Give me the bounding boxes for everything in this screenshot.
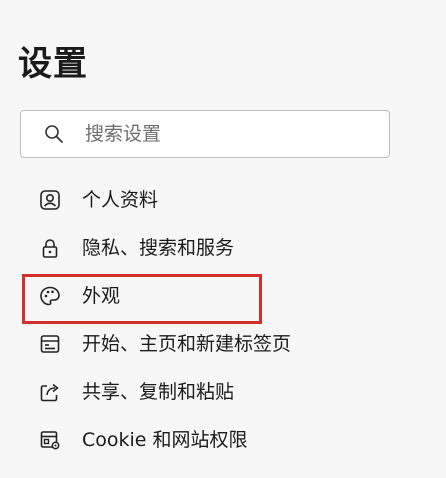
sidebar-item-profile[interactable]: 个人资料 xyxy=(0,176,446,224)
sidebar-item-label: 个人资料 xyxy=(82,189,159,211)
sidebar-item-label: Cookie 和网站权限 xyxy=(82,429,248,451)
settings-sidebar: 设置 个人资料 xyxy=(0,0,446,478)
sidebar-item-privacy[interactable]: 隐私、搜索和服务 xyxy=(0,224,446,272)
site-permissions-icon xyxy=(38,428,62,452)
lock-icon xyxy=(38,236,62,260)
sidebar-item-appearance[interactable]: 外观 xyxy=(0,272,446,320)
search-box[interactable] xyxy=(20,110,390,158)
sidebar-item-share[interactable]: 共享、复制和粘贴 xyxy=(0,368,446,416)
sidebar-item-label: 开始、主页和新建标签页 xyxy=(82,333,292,355)
palette-icon xyxy=(38,284,62,308)
sidebar-item-start-home[interactable]: 开始、主页和新建标签页 xyxy=(0,320,446,368)
sidebar-item-label: 共享、复制和粘贴 xyxy=(82,381,235,403)
page-title: 设置 xyxy=(18,44,88,84)
search-icon xyxy=(41,121,67,147)
sidebar-item-cookies[interactable]: Cookie 和网站权限 xyxy=(0,416,446,464)
profile-icon xyxy=(38,188,62,212)
home-tab-icon xyxy=(38,332,62,356)
settings-nav: 个人资料 隐私、搜索和服务 外观 开始、主页和新建标签页 共享、复制和粘贴 Co… xyxy=(0,176,446,464)
sidebar-item-label: 外观 xyxy=(82,285,121,307)
sidebar-item-label: 隐私、搜索和服务 xyxy=(82,237,235,259)
search-input[interactable] xyxy=(83,122,367,146)
share-icon xyxy=(38,380,62,404)
